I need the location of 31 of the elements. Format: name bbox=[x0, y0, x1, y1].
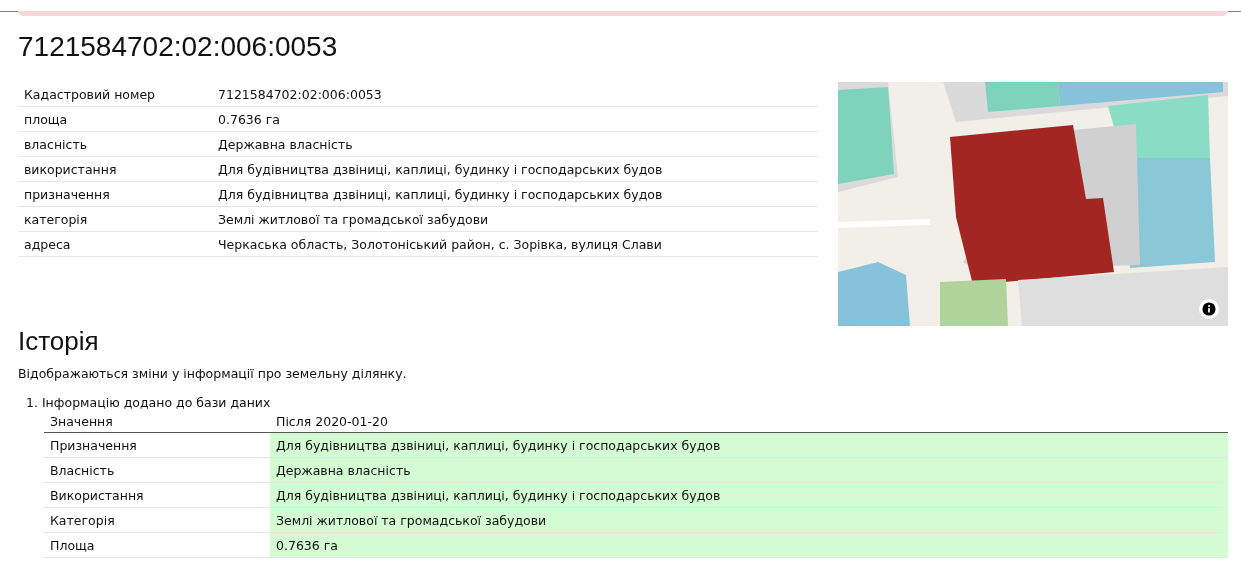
property-value: Для будівництва дзвіниці, каплиці, будинку і господарських будов bbox=[212, 156, 818, 182]
table-cell: Для будівництва дзвіниці, каплиці, будинку і господарських будов bbox=[270, 432, 1228, 458]
property-value: 0.7636 га bbox=[212, 106, 818, 132]
column-header: Після 2020-01-20 bbox=[270, 410, 1228, 433]
table-cell: Площа bbox=[44, 532, 270, 558]
description-text: Відображаються зміни у інформації про земельну ділянку. bbox=[18, 366, 408, 381]
property-value: Землі житлової та громадської забудови bbox=[212, 206, 818, 232]
table-cell: Власність bbox=[44, 457, 270, 483]
property-value: Черкаська область, Золотоніський район, с. Зорівка, вулиця Слави bbox=[212, 231, 818, 257]
list-number: 1. bbox=[26, 395, 38, 410]
table-cell: 0.7636 га bbox=[270, 532, 1228, 558]
property-value: 7121584702:02:006:0053 bbox=[212, 82, 818, 107]
property-value: Державна власність bbox=[212, 131, 818, 157]
section-heading: Історія bbox=[18, 326, 100, 356]
entry-title: Інформацію додано до бази даних bbox=[41, 395, 271, 410]
property-label: адреса bbox=[18, 231, 212, 257]
table-cell: Категорія bbox=[44, 507, 270, 533]
property-label: призначення bbox=[18, 181, 212, 207]
table-cell: Для будівництва дзвіниці, каплиці, будинку і господарських будов bbox=[270, 482, 1228, 508]
table-cell: Використання bbox=[44, 482, 270, 508]
property-label: власність bbox=[18, 131, 212, 157]
property-value: Для будівництва дзвіниці, каплиці, будинку і господарських будов bbox=[212, 181, 818, 207]
property-label: використання bbox=[18, 156, 212, 182]
table-cell: Землі житлової та громадської забудови bbox=[270, 507, 1228, 533]
column-header: Значення bbox=[44, 410, 270, 433]
table-cell: Призначення bbox=[44, 432, 270, 458]
page-title: 7121584702:02:006:0053 bbox=[18, 30, 339, 64]
table-cell: Державна власність bbox=[270, 457, 1228, 483]
property-label: категорія bbox=[18, 206, 212, 232]
property-label: площа bbox=[18, 106, 212, 132]
property-label: Кадастровий номер bbox=[18, 82, 212, 107]
